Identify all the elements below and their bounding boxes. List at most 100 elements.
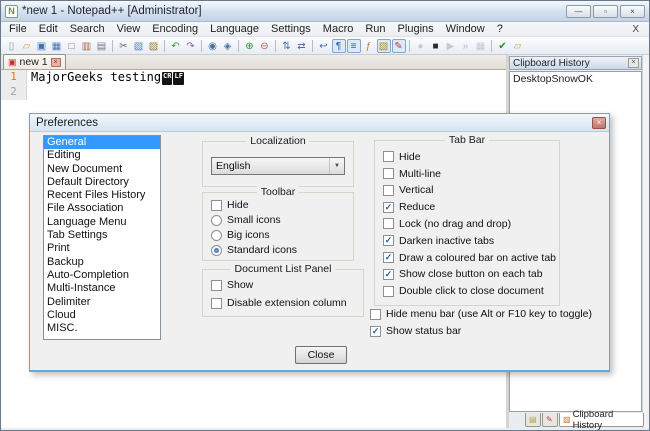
menu-settings[interactable]: Settings <box>265 22 317 37</box>
radio-small-icons[interactable]: Small icons <box>211 213 353 227</box>
clipboard-item[interactable]: DesktopSnowOK <box>510 72 641 86</box>
checkbox-icon[interactable] <box>211 280 222 291</box>
stop-recording-icon[interactable]: ■ <box>429 39 443 53</box>
category-language-menu[interactable]: Language Menu <box>44 216 160 229</box>
checkbox-double-click-to-close-document[interactable]: Double click to close document <box>383 284 559 298</box>
category-general[interactable]: General <box>44 136 160 149</box>
checkbox-vertical[interactable]: Vertical <box>383 183 559 197</box>
category-backup[interactable]: Backup <box>44 256 160 269</box>
menu-macro[interactable]: Macro <box>317 22 360 37</box>
menu-help[interactable]: ? <box>491 22 509 37</box>
checkbox-icon[interactable]: ✓ <box>370 326 381 337</box>
save-macro-icon[interactable]: ▦ <box>474 39 488 53</box>
close-icon[interactable]: □ <box>65 39 79 53</box>
menu-view[interactable]: View <box>111 22 147 37</box>
notepad-plus-plus-icon[interactable]: N <box>5 5 18 18</box>
radio-icon[interactable] <box>211 245 222 256</box>
checkbox-hide-menu-bar-use-alt-or-f10-key-to-toggle[interactable]: Hide menu bar (use Alt or F10 key to tog… <box>370 307 592 321</box>
checkbox-icon[interactable] <box>370 309 381 320</box>
checkbox-multi-line[interactable]: Multi-line <box>383 167 559 181</box>
menu-file[interactable]: File <box>3 22 33 37</box>
record-macro-icon[interactable]: ● <box>414 39 428 53</box>
replace-icon[interactable]: ◈ <box>221 39 235 53</box>
checkbox-draw-a-coloured-bar-on-active-tab[interactable]: ✓Draw a coloured bar on active tab <box>383 251 559 265</box>
radio-big-icons[interactable]: Big icons <box>211 228 353 242</box>
zoom-in-icon[interactable]: ⊕ <box>243 39 257 53</box>
menu-edit[interactable]: Edit <box>33 22 64 37</box>
tab-close-icon[interactable]: × <box>51 58 61 67</box>
minimize-button[interactable]: — <box>566 5 591 18</box>
menu-search[interactable]: Search <box>64 22 111 37</box>
localization-combobox[interactable]: English ▼ <box>211 157 345 175</box>
play-macro-icon[interactable]: ▶ <box>444 39 458 53</box>
indent-guide-icon[interactable]: ≡ <box>347 39 361 53</box>
category-default-directory[interactable]: Default Directory <box>44 176 160 189</box>
checkbox-hide[interactable]: Hide <box>211 198 353 212</box>
category-multi-instance[interactable]: Multi-Instance <box>44 282 160 295</box>
checkbox-icon[interactable] <box>383 151 394 162</box>
open-file-icon[interactable]: ▱ <box>20 39 34 53</box>
close-dialog-button[interactable]: Close <box>295 346 347 364</box>
checkbox-reduce[interactable]: ✓Reduce <box>383 200 559 214</box>
dialog-title[interactable]: Preferences <box>30 114 609 132</box>
checkbox-icon[interactable] <box>211 200 222 211</box>
copy-icon[interactable]: ▧ <box>132 39 146 53</box>
redo-icon[interactable]: ↷ <box>184 39 198 53</box>
paste-icon[interactable]: ▨ <box>147 39 161 53</box>
category-editing[interactable]: Editing <box>44 149 160 162</box>
checkbox-show[interactable]: Show <box>211 278 363 292</box>
document-map-icon[interactable]: ▧ <box>377 39 391 53</box>
plugin-folder-icon[interactable]: ▱ <box>511 39 525 53</box>
category-recent-files-history[interactable]: Recent Files History <box>44 189 160 202</box>
menu-window[interactable]: Window <box>440 22 491 37</box>
dialog-close-icon[interactable]: × <box>592 117 606 129</box>
print-icon[interactable]: ▤ <box>95 39 109 53</box>
spell-check-icon[interactable]: ✔ <box>496 39 510 53</box>
menu-close-document-x[interactable]: X <box>624 24 647 35</box>
character-panel-tab[interactable]: ✎ <box>542 413 558 427</box>
clipboard-history-tab[interactable]: ▨Clipboard History <box>559 413 644 427</box>
category-misc[interactable]: MISC. <box>44 322 160 335</box>
undo-icon[interactable]: ↶ <box>169 39 183 53</box>
checkbox-icon[interactable] <box>383 168 394 179</box>
checkbox-hide[interactable]: Hide <box>383 150 559 164</box>
menu-plugins[interactable]: Plugins <box>392 22 440 37</box>
category-delimiter[interactable]: Delimiter <box>44 296 160 309</box>
category-print[interactable]: Print <box>44 242 160 255</box>
checkbox-icon[interactable]: ✓ <box>383 235 394 246</box>
word-wrap-icon[interactable]: ↩ <box>317 39 331 53</box>
save-icon[interactable]: ▣ <box>35 39 49 53</box>
document-tab-new-1[interactable]: ▣ new 1 × <box>3 54 66 69</box>
category-tab-settings[interactable]: Tab Settings <box>44 229 160 242</box>
checkbox-icon[interactable] <box>383 286 394 297</box>
menu-encoding[interactable]: Encoding <box>146 22 204 37</box>
sync-vertical-scroll-icon[interactable]: ⇅ <box>280 39 294 53</box>
checkbox-icon[interactable]: ✓ <box>383 252 394 263</box>
checkbox-show-status-bar[interactable]: ✓Show status bar <box>370 324 592 338</box>
close-all-icon[interactable]: ▥ <box>80 39 94 53</box>
checkbox-lock-no-drag-and-drop[interactable]: Lock (no drag and drop) <box>383 217 559 231</box>
checkbox-show-close-button-on-each-tab[interactable]: ✓Show close button on each tab <box>383 267 559 281</box>
cut-icon[interactable]: ✂ <box>117 39 131 53</box>
category-auto-completion[interactable]: Auto-Completion <box>44 269 160 282</box>
radio-icon[interactable] <box>211 230 222 241</box>
checkbox-darken-inactive-tabs[interactable]: ✓Darken inactive tabs <box>383 234 559 248</box>
user-defined-language-icon[interactable]: ƒ <box>362 39 376 53</box>
new-file-icon[interactable]: ▯ <box>5 39 19 53</box>
document-switcher-icon[interactable]: ✎ <box>392 39 406 53</box>
find-icon[interactable]: ◉ <box>206 39 220 53</box>
menu-language[interactable]: Language <box>204 22 265 37</box>
document-list-tab[interactable]: ▤ <box>525 413 541 427</box>
menu-run[interactable]: Run <box>359 22 391 37</box>
radio-icon[interactable] <box>211 215 222 226</box>
close-button[interactable]: × <box>620 5 645 18</box>
checkbox-icon[interactable]: ✓ <box>383 202 394 213</box>
scrollbar-track[interactable] <box>642 55 649 428</box>
category-file-association[interactable]: File Association <box>44 202 160 215</box>
show-all-characters-icon[interactable]: ¶ <box>332 39 346 53</box>
category-new-document[interactable]: New Document <box>44 163 160 176</box>
panel-close-icon[interactable]: × <box>628 58 639 68</box>
save-all-icon[interactable]: ▦ <box>50 39 64 53</box>
checkbox-icon[interactable] <box>383 185 394 196</box>
checkbox-icon[interactable]: ✓ <box>383 269 394 280</box>
